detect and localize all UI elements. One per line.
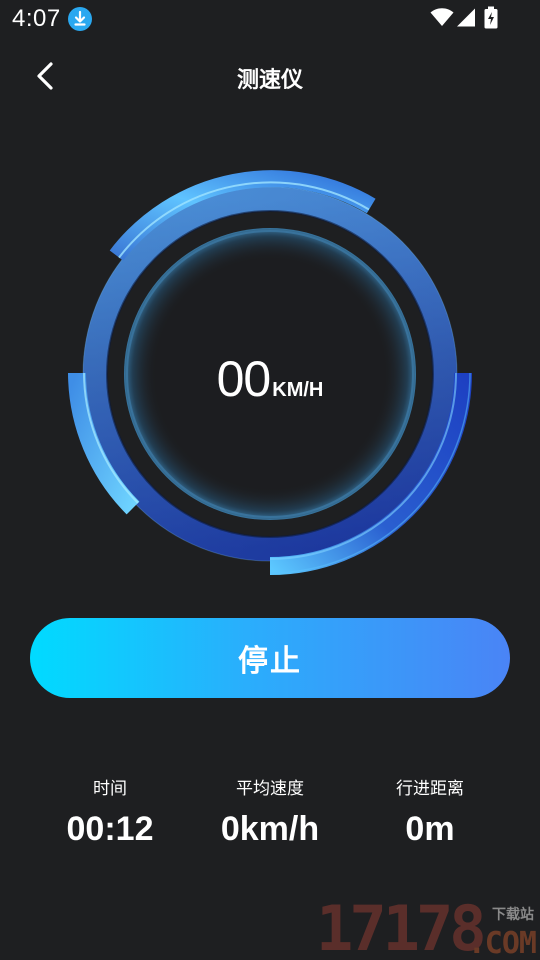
page-title: 测速仪 (236, 67, 303, 92)
stat-average-speed-label: 平均速度 (236, 779, 304, 798)
stat-time-label: 时间 (93, 779, 127, 798)
stat-average-speed-value: 0km/h (220, 810, 320, 848)
watermark-logo: 17178 下载站 .COM (316, 898, 540, 960)
header: 测速仪 (0, 50, 540, 102)
speed-unit: KM/H (272, 379, 324, 401)
status-time: 4:07 (12, 5, 61, 32)
speedometer-screen: 4:07 测速仪 00 KM/H 停止 时间 00:12 平均速度 0km/h … (0, 0, 540, 960)
wifi-icon (430, 8, 454, 26)
stop-button-label: 停止 (238, 645, 302, 678)
signal-icon (457, 8, 475, 27)
stat-time: 时间 00:12 (20, 774, 200, 849)
stat-distance-value: 0m (405, 810, 455, 848)
stat-distance-label: 行进距离 (396, 779, 464, 798)
stats-row: 时间 00:12 平均速度 0km/h 行进距离 0m (0, 774, 540, 864)
speed-gauge: 00 KM/H (60, 164, 480, 584)
watermark-digits: 17178 (316, 892, 487, 960)
speed-value: 00 (216, 351, 272, 407)
download-icon (68, 7, 92, 31)
watermark-tagline: 下载站 (492, 906, 534, 922)
status-bar: 4:07 (0, 0, 540, 36)
watermark-domain: .COM (467, 926, 537, 960)
stat-distance: 行进距离 0m (340, 774, 520, 849)
stop-button[interactable]: 停止 (30, 618, 510, 698)
stat-time-value: 00:12 (66, 810, 154, 848)
stat-average-speed: 平均速度 0km/h (180, 774, 360, 849)
speed-readout: 00 KM/H (60, 350, 480, 408)
battery-icon (484, 6, 498, 29)
